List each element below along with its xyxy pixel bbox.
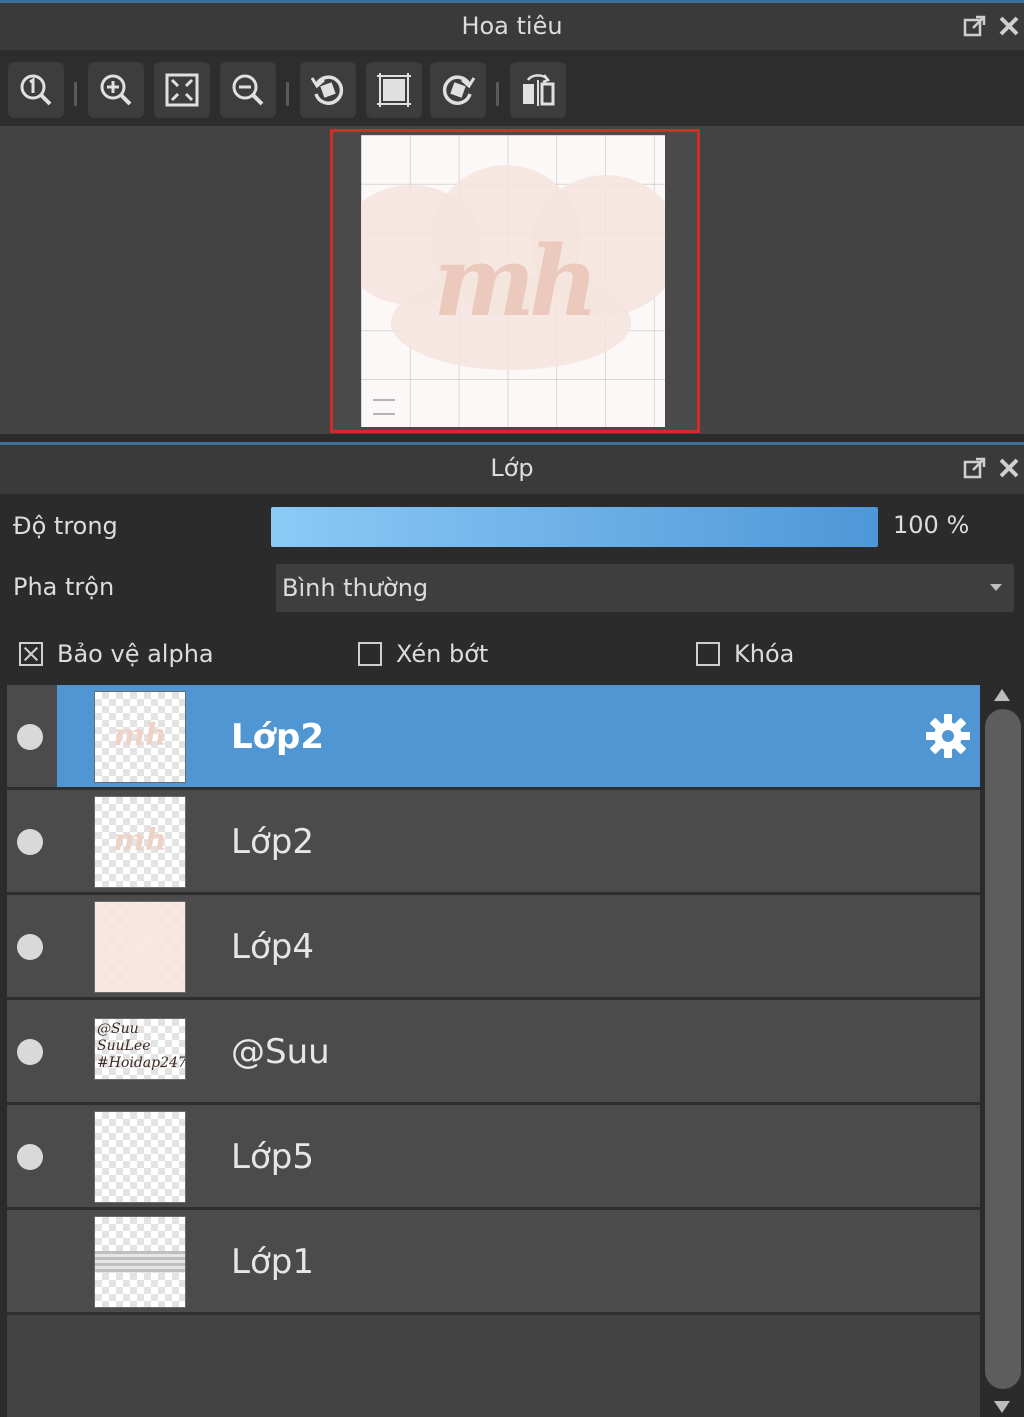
rotate-right-button[interactable] [430,62,486,118]
blend-mode-value: Bình thường [282,574,429,602]
layer-name: Lớp1 [231,1242,314,1282]
rotate-left-button[interactable] [300,62,356,118]
flip-horizontal-button[interactable] [510,62,566,118]
layer-name: Lớp5 [231,1137,314,1177]
visibility-toggle[interactable] [17,934,43,960]
close-icon [999,16,1019,36]
navigator-preview[interactable]: mh [0,126,1024,434]
clipping-checkbox[interactable]: Xén bớt [358,640,488,668]
scroll-down-arrow-icon[interactable] [994,1401,1010,1413]
navigator-header: Hoa tiêu [0,0,1024,50]
thumbnail-text: @Suu SuuLee #Hoidap247 [97,1021,186,1071]
blend-mode-select[interactable]: Bình thường [276,564,1014,612]
close-icon [999,458,1019,478]
viewport-rectangle[interactable] [330,129,700,433]
rotate-right-icon [442,75,476,105]
reset-rotation-button[interactable] [366,62,422,118]
zoom-in-button[interactable] [88,62,144,118]
rotate-left-icon [310,75,344,105]
zoom-actual-button[interactable] [8,62,64,118]
layers-title: Lớp [490,454,534,482]
zoom-out-button[interactable] [220,62,276,118]
layer-row[interactable]: mh Lớp2 [7,790,980,895]
thumbnail-fill [95,902,185,992]
protect-alpha-label: Bảo vệ alpha [57,640,214,668]
navigator-popout-button[interactable] [960,11,990,41]
visibility-toggle[interactable] [17,1039,43,1065]
chevron-down-icon [990,584,1002,591]
toolbar-divider [496,82,499,106]
layer-thumbnail: @Suu SuuLee #Hoidap247 [94,1018,186,1080]
thumbnail-pattern [95,1251,185,1273]
thumbnail-lettering: mh [113,823,167,858]
checkbox-icon [696,642,720,666]
layers-close-button[interactable] [994,453,1024,483]
scroll-up-arrow-icon[interactable] [994,689,1010,701]
layer-thumbnail: mh [94,691,186,783]
scrollbar-thumb[interactable] [985,709,1021,1389]
layers-header: Lớp [0,442,1024,494]
toolbar-divider [74,82,77,106]
gear-icon[interactable] [923,711,973,761]
popout-icon [963,457,986,479]
zoom-in-icon [100,74,132,106]
fit-window-icon [165,73,199,107]
layer-name: Lớp4 [231,927,314,967]
clipping-label: Xén bớt [396,640,489,668]
reset-rotation-icon [377,73,411,107]
visibility-toggle[interactable] [17,1144,43,1170]
layer-name: @Suu [231,1032,330,1072]
layer-row[interactable]: Lớp4 [7,895,980,1000]
layer-list-scrollbar[interactable] [982,685,1024,1417]
fit-window-button[interactable] [154,62,210,118]
opacity-value: 100 % [893,511,970,539]
selection-highlight [57,685,980,787]
visibility-toggle[interactable] [17,829,43,855]
layer-row[interactable]: @Suu SuuLee #Hoidap247 @Suu [7,1000,980,1105]
popout-icon [963,15,986,37]
layer-name: Lớp2 [231,717,325,757]
checkbox-icon [358,642,382,666]
navigator-close-button[interactable] [994,11,1024,41]
opacity-slider-fill [271,507,878,547]
opacity-slider[interactable] [271,507,878,547]
layer-name: Lớp2 [231,822,314,862]
zoom-actual-icon [20,74,52,106]
protect-alpha-checkbox[interactable]: Bảo vệ alpha [19,640,214,668]
paint-app-panels: Hoa tiêu mh Lớp Độ trong 100 % Pha trộn … [0,0,1024,1417]
layer-thumbnail [94,1111,186,1203]
layer-row[interactable]: mh Lớp2 [7,685,980,790]
lock-checkbox[interactable]: Khóa [696,640,794,668]
zoom-out-icon [232,74,264,106]
visibility-toggle[interactable] [17,724,43,750]
layer-thumbnail [94,901,186,993]
lock-label: Khóa [734,640,795,668]
layer-row[interactable]: Lớp1 [7,1210,980,1315]
navigator-title: Hoa tiêu [461,12,563,40]
toolbar-divider [286,82,289,106]
flip-horizontal-icon [523,74,555,106]
thumbnail-lettering: mh [113,718,167,753]
opacity-label: Độ trong [13,512,118,540]
checkbox-icon [19,642,43,666]
layers-popout-button[interactable] [960,453,990,483]
layer-list: mh Lớp2 mh Lớp2 Lớp4 @Suu SuuLee #Hoidap… [7,685,980,1417]
navigator-toolbar [0,56,1024,126]
layer-row[interactable]: Lớp5 [7,1105,980,1210]
blend-mode-label: Pha trộn [13,573,115,601]
layer-thumbnail [94,1216,186,1308]
layer-thumbnail: mh [94,796,186,888]
